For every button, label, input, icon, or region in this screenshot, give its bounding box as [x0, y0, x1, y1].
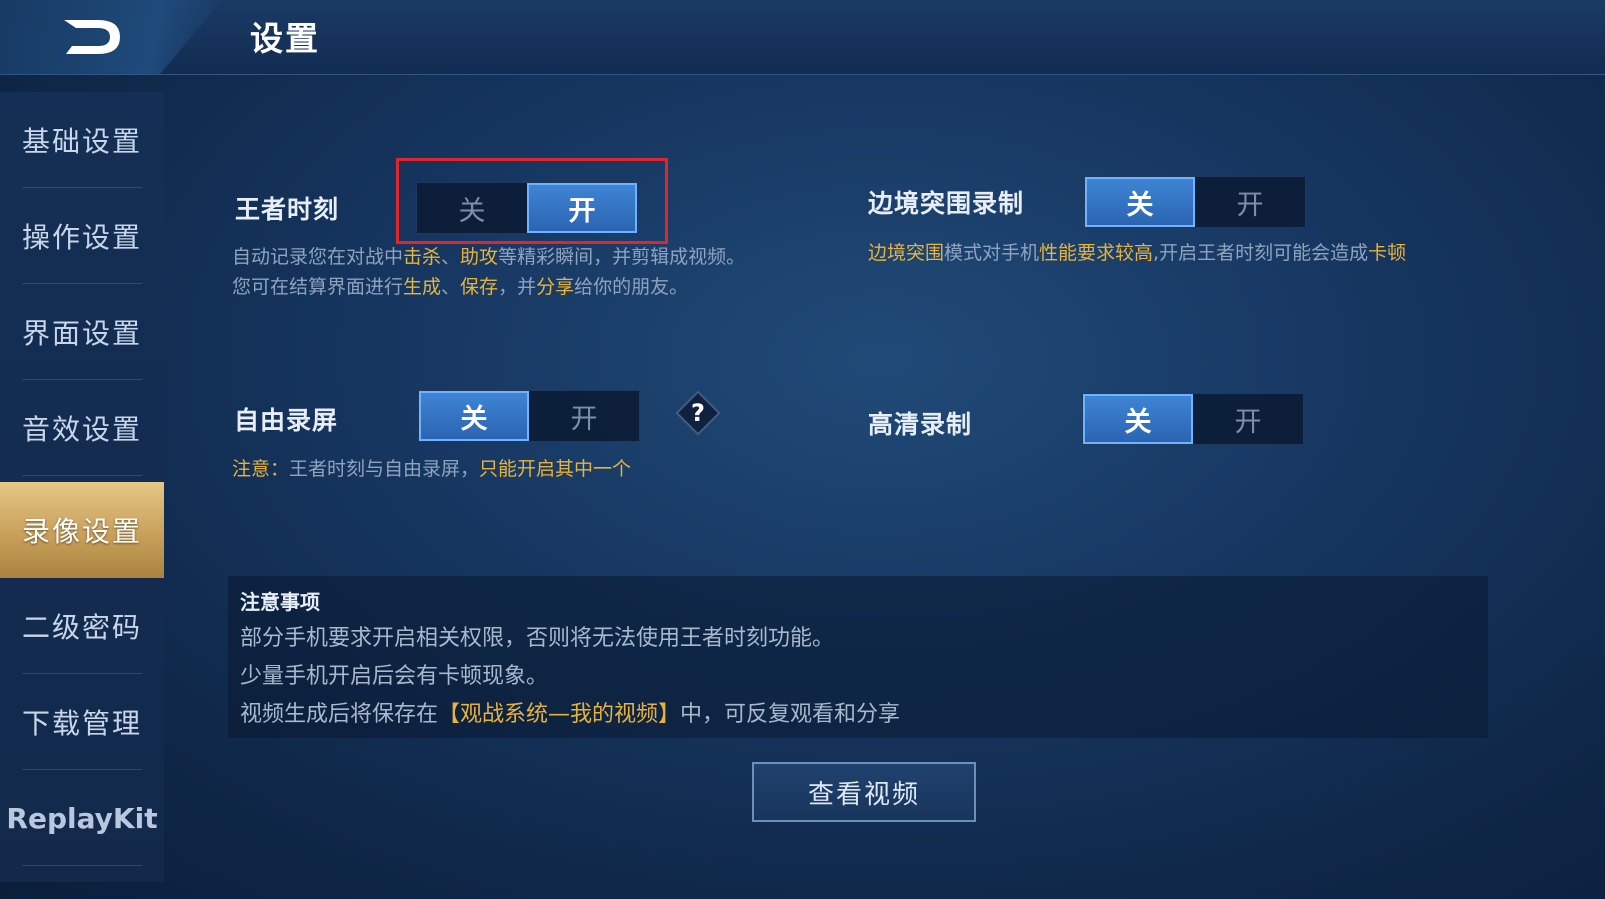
sidebar-item-recording[interactable]: 录像设置	[0, 482, 164, 578]
border-siege-off-button[interactable]: 关	[1085, 177, 1195, 227]
sidebar-item-basic[interactable]: 基础设置	[0, 92, 164, 188]
hd-record-on-button[interactable]: 开	[1193, 394, 1303, 444]
back-button[interactable]	[58, 12, 126, 60]
border-siege-toggle: 关 开	[1084, 176, 1306, 228]
border-siege-label: 边境突围录制	[868, 189, 1025, 218]
free-record-toggle: 关 开	[418, 390, 640, 442]
free-record-note: 注意：王者时刻与自由录屏，只能开启其中一个	[232, 458, 632, 480]
king-moment-label: 王者时刻	[235, 195, 340, 224]
king-moment-description-line2: 您可在结算界面进行生成、保存，并分享给你的朋友。	[232, 276, 689, 298]
hd-record-off-button[interactable]: 关	[1083, 394, 1193, 444]
sidebar: 基础设置 操作设置 界面设置 音效设置 录像设置 二级密码 下载管理 Repla…	[0, 92, 164, 882]
sidebar-item-sound[interactable]: 音效设置	[0, 380, 164, 476]
king-moment-description-line1: 自动记录您在对战中击杀、助攻等精彩瞬间，并剪辑成视频。	[232, 246, 746, 268]
annotation-highlight-box	[396, 158, 668, 244]
free-record-on-button[interactable]: 开	[529, 391, 639, 441]
sidebar-item-controls[interactable]: 操作设置	[0, 188, 164, 284]
help-question-mark: ?	[691, 399, 705, 427]
hd-record-label: 高清录制	[868, 410, 973, 439]
notice-panel: 注意事项 部分手机要求开启相关权限，否则将无法使用王者时刻功能。 少量手机开启后…	[228, 576, 1488, 738]
help-icon[interactable]: ?	[675, 390, 721, 436]
notice-line-2: 少量手机开启后会有卡顿现象。	[240, 664, 549, 689]
border-siege-on-button[interactable]: 开	[1195, 177, 1305, 227]
sidebar-item-interface[interactable]: 界面设置	[0, 284, 164, 380]
sidebar-item-downloads[interactable]: 下载管理	[0, 674, 164, 770]
free-record-off-button[interactable]: 关	[419, 391, 529, 441]
sidebar-item-secondary-password[interactable]: 二级密码	[0, 578, 164, 674]
notice-line-1: 部分手机要求开启相关权限，否则将无法使用王者时刻功能。	[240, 626, 835, 651]
page-title: 设置	[250, 19, 320, 58]
back-arrow-icon	[64, 20, 120, 54]
border-siege-description: 边境突围模式对手机性能要求较高,开启王者时刻可能会造成卡顿	[868, 242, 1407, 264]
sidebar-item-replaykit[interactable]: ReplayKit	[0, 770, 164, 866]
view-video-button[interactable]: 查看视频	[752, 762, 976, 822]
free-record-label: 自由录屏	[234, 406, 339, 435]
hd-record-toggle: 关 开	[1082, 393, 1304, 445]
notice-line-3: 视频生成后将保存在【观战系统—我的视频】中，可反复观看和分享	[240, 702, 901, 727]
top-bar: 设置	[0, 0, 1605, 75]
notice-title: 注意事项	[240, 590, 320, 614]
